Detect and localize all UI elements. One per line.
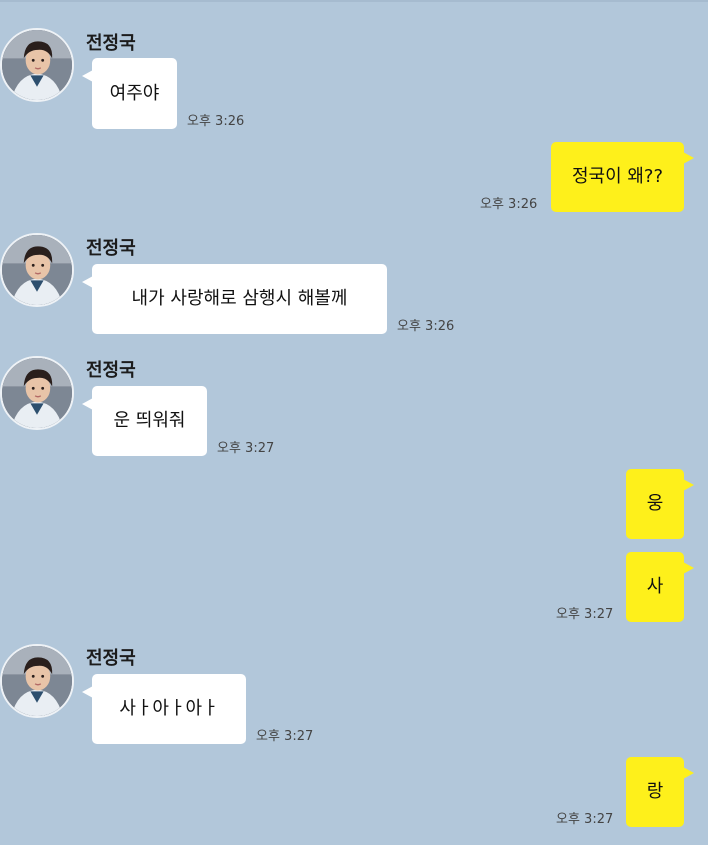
message-text: 사ㅏ아ㅏ아ㅏ (119, 698, 219, 719)
message-time: 오후 3:27 (556, 812, 614, 827)
message-bubble-incoming[interactable]: 내가 사랑해로 삼행시 해볼께 (82, 264, 387, 334)
message-bubble-outgoing[interactable]: 사 (626, 552, 694, 622)
message-bubble-outgoing[interactable]: 랑 (626, 757, 694, 827)
contact-name: 전정국 (86, 238, 136, 259)
contact-name: 전정국 (86, 360, 136, 381)
message-text: 웅 (646, 493, 664, 514)
message-bubble-incoming[interactable]: 운 띄워줘 (82, 386, 207, 456)
contact-name: 전정국 (86, 33, 136, 54)
message-bubble-outgoing[interactable]: 웅 (626, 469, 694, 539)
message-time: 오후 3:27 (556, 607, 614, 622)
message-bubble-incoming[interactable]: 사ㅏ아ㅏ아ㅏ (82, 674, 246, 744)
contact-avatar[interactable] (0, 356, 74, 430)
message-text: 랑 (646, 781, 664, 802)
top-border (0, 0, 708, 2)
message-time: 오후 3:26 (187, 114, 245, 129)
message-time: 오후 3:26 (480, 197, 538, 212)
message-time: 오후 3:27 (256, 729, 314, 744)
contact-name: 전정국 (86, 648, 136, 669)
message-text: 여주야 (109, 82, 160, 104)
message-text: 정국이 왜?? (571, 166, 664, 187)
contact-avatar[interactable] (0, 644, 74, 718)
avatar-photo-icon (2, 358, 72, 428)
message-time: 오후 3:26 (397, 319, 455, 334)
avatar-photo-icon (2, 646, 72, 716)
message-text: 사 (646, 576, 664, 597)
message-time: 오후 3:27 (217, 441, 275, 456)
message-text: 운 띄워줘 (113, 410, 186, 431)
message-bubble-incoming[interactable]: 여주야 (82, 58, 177, 129)
message-bubble-outgoing[interactable]: 정국이 왜?? (551, 142, 694, 212)
message-text: 내가 사랑해로 삼행시 해볼께 (131, 288, 348, 309)
avatar-photo-icon (2, 235, 72, 305)
contact-avatar[interactable] (0, 28, 74, 102)
contact-avatar[interactable] (0, 233, 74, 307)
avatar-photo-icon (2, 30, 72, 100)
